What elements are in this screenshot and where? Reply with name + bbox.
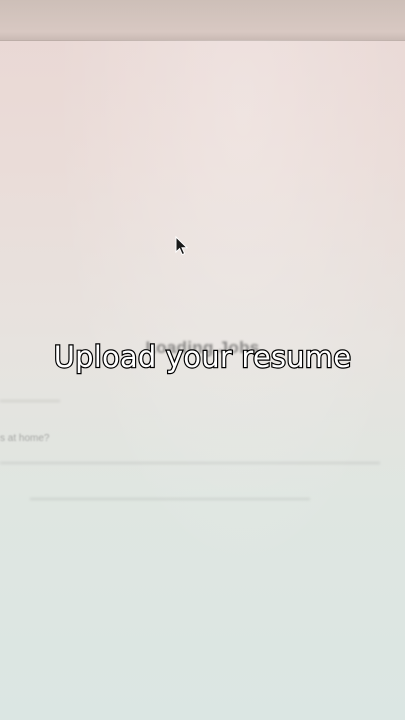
faint-text-line [0,462,380,464]
faint-field-label: s at home? [0,433,50,444]
video-frame: Loading Jobs s at home? Upload your resu… [0,0,405,720]
screen-glare [0,40,405,720]
faint-text-line [30,498,310,500]
faint-text-line [0,400,60,402]
mouse-pointer-icon [175,236,189,256]
monitor-bezel [0,0,405,41]
video-caption: Upload your resume [53,339,353,375]
